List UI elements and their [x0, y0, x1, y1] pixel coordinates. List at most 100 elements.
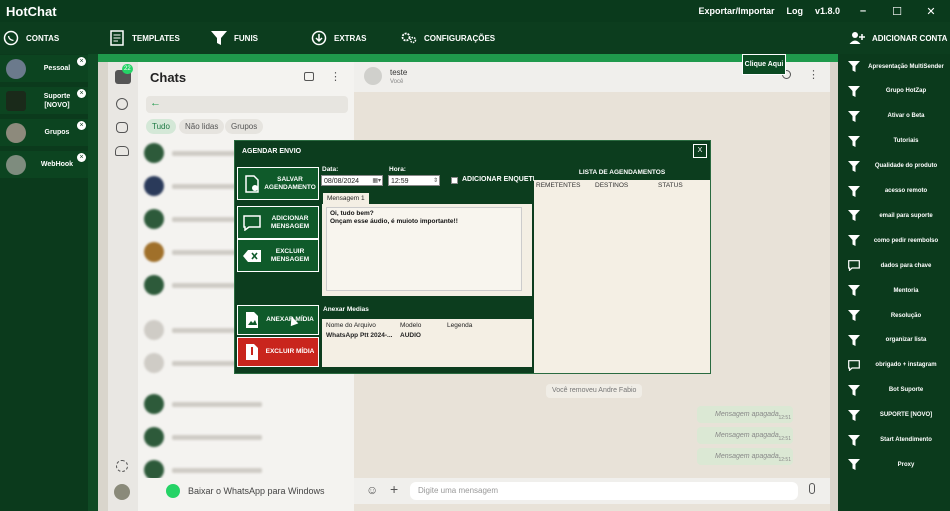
date-picker[interactable]: 08/08/2024 ▦▾	[321, 175, 383, 186]
attach-plus-icon[interactable]: +	[390, 481, 398, 497]
log-button[interactable]: Log	[786, 6, 803, 16]
account-suporte[interactable]: Suporte [NOVO] ×	[0, 87, 88, 116]
close-icon[interactable]: ×	[77, 121, 86, 130]
calendar-dropdown-icon[interactable]: ▦▾	[372, 176, 381, 187]
quick-action-item[interactable]: Ativar o Beta	[840, 104, 950, 129]
quick-action-item[interactable]: Grupo HotZap	[840, 79, 950, 104]
emoji-icon[interactable]: ☺	[366, 483, 378, 497]
tab-mensagem-1[interactable]: Mensagem 1	[323, 193, 369, 204]
media-cell-nome[interactable]: WhatsApp Ptt 2024-...	[326, 332, 392, 339]
quick-action-item[interactable]: Start Atendimento	[840, 428, 950, 453]
app-title: HotChat	[6, 3, 57, 19]
channels-icon[interactable]	[116, 122, 128, 133]
search-input[interactable]: ←	[146, 96, 348, 113]
nav-funis-label: FUNIS	[234, 33, 258, 43]
quick-action-item[interactable]: Proxy	[840, 452, 950, 477]
list-item[interactable]	[144, 390, 348, 418]
deleted-message[interactable]: Mensagem apagada 12:51	[697, 448, 793, 465]
close-button[interactable]: ✕	[920, 5, 942, 18]
nav-contas[interactable]: CONTAS	[2, 22, 59, 54]
filter-nao-lidas[interactable]: Não lidas	[179, 119, 225, 134]
quick-action-item[interactable]: Bot Suporte	[840, 378, 950, 403]
quick-action-item[interactable]: obrigado + instagram	[840, 353, 950, 378]
nav-extras-label: EXTRAS	[334, 33, 367, 43]
message-input[interactable]: Digite uma mensagem	[410, 482, 798, 500]
close-icon[interactable]: ×	[77, 153, 86, 162]
quick-action-item[interactable]: SUPORTE [NOVO]	[840, 403, 950, 428]
microphone-icon[interactable]	[809, 483, 815, 494]
spinner-icon[interactable]: ⇕	[433, 176, 438, 187]
time-picker[interactable]: 12:59 ⇕	[388, 175, 440, 186]
communities-icon[interactable]	[115, 146, 129, 156]
quick-action-label: organizar lista	[885, 337, 927, 344]
media-cell-modelo[interactable]: AUDIO	[400, 332, 421, 339]
download-circle-icon	[310, 29, 328, 47]
save-schedule-button[interactable]: SALVAR AGENDAMENTO	[237, 167, 319, 200]
msg-time: 12:51	[778, 457, 791, 463]
nav-configuracoes[interactable]: CONFIGURAÇÕES	[400, 22, 495, 54]
funnel-icon	[846, 408, 862, 422]
avatar	[6, 58, 26, 79]
enquete-label: ADICIONAR ENQUETE	[462, 176, 538, 183]
quick-action-label: Qualidade do produto	[874, 163, 938, 170]
add-user-icon	[848, 29, 866, 47]
download-whatsapp-banner[interactable]: Baixar o WhatsApp para Windows	[138, 478, 354, 504]
time-label: Hora:	[389, 166, 406, 173]
quick-action-item[interactable]: Mentoria	[840, 278, 950, 303]
deleted-message[interactable]: Mensagem apagada 12:51	[697, 406, 793, 423]
document-icon	[108, 29, 126, 47]
minimize-button[interactable]: –	[852, 5, 874, 17]
close-icon[interactable]: ×	[77, 89, 86, 98]
quick-action-label: Grupo HotZap	[885, 88, 927, 95]
quick-action-item[interactable]: Resolução	[840, 303, 950, 328]
close-icon[interactable]: ×	[77, 57, 86, 66]
nav-funis[interactable]: FUNIS	[210, 22, 258, 54]
quick-action-label: Proxy	[897, 461, 915, 468]
quick-action-item[interactable]: como pedir reembolso	[840, 228, 950, 253]
add-message-button[interactable]: ADICIONAR MENSAGEM	[237, 206, 319, 239]
new-chat-icon[interactable]	[304, 72, 314, 81]
clique-aqui-button[interactable]: Clique Aqui	[742, 54, 786, 75]
enquete-checkbox[interactable]	[451, 177, 458, 184]
export-import-button[interactable]: Exportar/Importar	[698, 6, 774, 16]
account-grupos[interactable]: Grupos ×	[0, 119, 88, 148]
quick-action-item[interactable]: Apresentação MultiSender	[840, 54, 950, 79]
delete-media-label: EXCLUIR MÍDIA	[265, 348, 315, 355]
schedule-dialog: AGENDAR ENVIO X SALVAR AGENDAMENTO ADICI…	[234, 140, 711, 374]
back-arrow-icon[interactable]: ←	[150, 97, 161, 109]
quick-action-item[interactable]: Tutoriais	[840, 129, 950, 154]
profile-avatar[interactable]	[114, 484, 130, 500]
menu-icon[interactable]: ⋮	[330, 70, 341, 83]
status-icon[interactable]	[116, 98, 128, 110]
quick-action-item[interactable]: acesso remoto	[840, 179, 950, 204]
quick-action-item[interactable]: Qualidade do produto	[840, 154, 950, 179]
funnel-icon	[846, 234, 862, 248]
message-textarea[interactable]: Oi, tudo bem? Onçam esse áudio, é muioto…	[326, 207, 522, 291]
quick-action-item[interactable]: dados para chave	[840, 253, 950, 278]
media-table: Nome do Arquivo Modelo Legenda WhatsApp …	[322, 319, 532, 367]
nav-templates[interactable]: TEMPLATES	[108, 22, 180, 54]
funnel-icon	[210, 29, 228, 47]
quick-action-item[interactable]: organizar lista	[840, 328, 950, 353]
delete-media-button[interactable]: EXCLUIR MÍDIA	[237, 337, 319, 367]
quick-action-label: SUPORTE [NOVO]	[879, 412, 933, 419]
list-item[interactable]	[144, 423, 348, 451]
filter-grupos[interactable]: Grupos	[225, 119, 264, 134]
filter-tudo[interactable]: Tudo	[146, 119, 176, 134]
delete-message-button[interactable]: EXCLUIR MENSAGEM	[237, 239, 319, 272]
quick-action-item[interactable]: email para suporte	[840, 203, 950, 228]
schedule-header-destinos: DESTINOS	[595, 182, 629, 189]
deleted-message[interactable]: Mensagem apagada 12:51	[697, 427, 793, 444]
add-account-button[interactable]: ADICIONAR CONTA	[848, 22, 947, 54]
chat-icon	[846, 259, 862, 273]
attach-media-button[interactable]: ANEXAR MÍDIA	[237, 305, 319, 335]
dialog-close-button[interactable]: X	[693, 144, 707, 158]
nav-extras[interactable]: EXTRAS	[310, 22, 366, 54]
unread-badge: 22	[122, 64, 133, 74]
settings-icon[interactable]	[116, 460, 128, 472]
maximize-button[interactable]: ☐	[886, 5, 908, 18]
deleted-msg-text: Mensagem apagada	[715, 411, 779, 418]
account-pessoal[interactable]: Pessoal ×	[0, 55, 88, 84]
menu-icon[interactable]: ⋮	[808, 68, 819, 81]
account-webhook[interactable]: WebHook ×	[0, 151, 88, 180]
